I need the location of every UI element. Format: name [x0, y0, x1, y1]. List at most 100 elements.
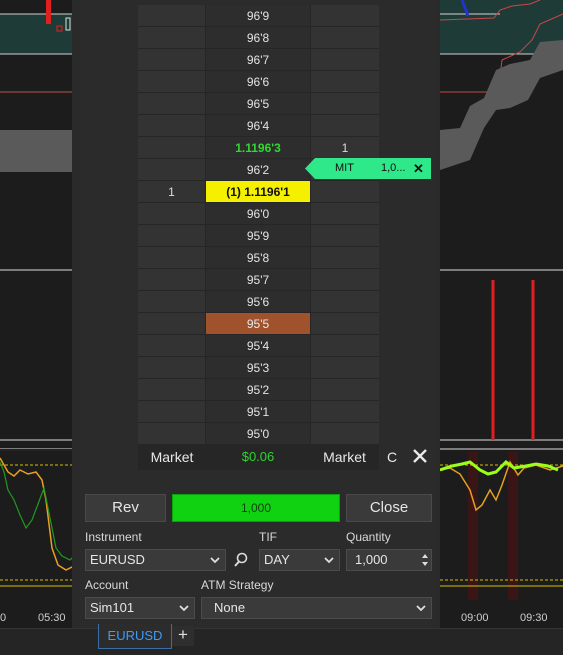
left-chart[interactable]: 0 05:30 — [0, 0, 74, 628]
ladder-row[interactable]: 1.1196'3 1 — [138, 137, 379, 159]
instrument-select[interactable]: EURUSD — [85, 549, 226, 571]
ask-cell[interactable] — [310, 225, 379, 247]
price-cell[interactable]: 1.1196'3 — [206, 137, 310, 159]
ladder-row[interactable]: 95'2 — [138, 379, 379, 401]
ladder-row[interactable]: 95'1 — [138, 401, 379, 423]
price-cell[interactable]: 95'3 — [206, 357, 310, 379]
ask-cell[interactable] — [310, 401, 379, 423]
ladder-row[interactable]: 1 (1) 1.1196'1 — [138, 181, 379, 203]
ask-cell[interactable] — [310, 269, 379, 291]
mit-order-tag[interactable]: MIT 1,0... ✕ — [305, 158, 431, 179]
ladder-row[interactable]: 96'9 — [138, 5, 379, 27]
chevron-down-icon — [179, 605, 189, 612]
bid-cell[interactable] — [138, 137, 206, 159]
ladder-row[interactable]: 95'8 — [138, 247, 379, 269]
ladder-row[interactable]: 96'4 — [138, 115, 379, 137]
market-sell-button[interactable]: Market — [310, 444, 379, 470]
price-cell[interactable]: 96'9 — [206, 5, 310, 27]
bid-cell[interactable] — [138, 203, 206, 225]
ask-cell[interactable] — [310, 247, 379, 269]
price-cell[interactable]: 96'5 — [206, 93, 310, 115]
bid-cell[interactable] — [138, 401, 206, 423]
spinner-arrows-icon[interactable] — [421, 552, 429, 568]
ladder-row[interactable]: 95'7 — [138, 269, 379, 291]
price-cell[interactable]: 95'7 — [206, 269, 310, 291]
price-cell[interactable]: 95'9 — [206, 225, 310, 247]
ask-cell[interactable] — [310, 27, 379, 49]
ask-cell[interactable]: 1 — [310, 137, 379, 159]
ask-cell[interactable] — [310, 49, 379, 71]
atm-strategy-select[interactable]: None — [201, 597, 432, 619]
price-cell[interactable]: 96'6 — [206, 71, 310, 93]
close-position-button[interactable]: Close — [346, 494, 432, 522]
quantity-stepper[interactable]: 1,000 — [346, 549, 432, 571]
bid-cell[interactable] — [138, 247, 206, 269]
close-icon[interactable] — [411, 447, 429, 465]
tab-eurusd[interactable]: EURUSD — [98, 624, 172, 649]
price-cell[interactable]: 96'8 — [206, 27, 310, 49]
bid-cell[interactable] — [138, 159, 206, 181]
bid-cell[interactable]: 1 — [138, 181, 206, 203]
ladder-row[interactable]: 96'8 — [138, 27, 379, 49]
bid-cell[interactable] — [138, 27, 206, 49]
bid-cell[interactable] — [138, 93, 206, 115]
bid-cell[interactable] — [138, 357, 206, 379]
ladder-row[interactable]: 96'0 — [138, 203, 379, 225]
add-tab-button[interactable]: + — [172, 626, 194, 646]
ask-cell[interactable] — [310, 335, 379, 357]
ask-cell[interactable] — [310, 71, 379, 93]
bid-cell[interactable] — [138, 115, 206, 137]
price-cell[interactable]: 95'8 — [206, 247, 310, 269]
ladder-row[interactable]: 95'3 — [138, 357, 379, 379]
price-cell[interactable]: (1) 1.1196'1 — [206, 181, 310, 203]
bid-cell[interactable] — [138, 5, 206, 27]
ask-cell[interactable] — [310, 115, 379, 137]
ladder-row[interactable]: 96'5 — [138, 93, 379, 115]
bid-cell[interactable] — [138, 335, 206, 357]
price-cell[interactable]: 95'2 — [206, 379, 310, 401]
ladder-row[interactable]: 95'9 — [138, 225, 379, 247]
price-cell[interactable]: 96'4 — [206, 115, 310, 137]
ladder-row[interactable]: 96'6 — [138, 71, 379, 93]
reverse-button[interactable]: Rev — [85, 494, 166, 522]
ladder-row[interactable]: 95'6 — [138, 291, 379, 313]
bid-cell[interactable] — [138, 379, 206, 401]
search-icon[interactable] — [233, 552, 249, 568]
price-cell[interactable]: 95'4 — [206, 335, 310, 357]
cancel-order-icon[interactable]: ✕ — [413, 161, 424, 177]
bid-cell[interactable] — [138, 423, 206, 445]
ask-cell[interactable] — [310, 93, 379, 115]
ladder-row[interactable]: 95'4 — [138, 335, 379, 357]
price-cell[interactable]: 96'7 — [206, 49, 310, 71]
market-buy-button[interactable]: Market — [138, 444, 206, 470]
ask-cell[interactable] — [310, 181, 379, 203]
right-chart[interactable]: 09:00 09:30 — [440, 0, 563, 628]
ask-cell[interactable] — [310, 423, 379, 445]
ask-cell[interactable] — [310, 203, 379, 225]
price-cell[interactable]: 95'6 — [206, 291, 310, 313]
price-cell[interactable]: 95'5 — [206, 313, 310, 335]
tif-select[interactable]: DAY — [259, 549, 340, 571]
price-cell[interactable]: 96'2 — [206, 159, 310, 181]
price-cell[interactable]: 95'0 — [206, 423, 310, 445]
ask-cell[interactable] — [310, 5, 379, 27]
left-chart-graphics — [0, 0, 74, 587]
ladder-row[interactable]: 95'5 — [138, 313, 379, 335]
price-cell[interactable]: 96'0 — [206, 203, 310, 225]
bid-cell[interactable] — [138, 225, 206, 247]
ask-cell[interactable] — [310, 291, 379, 313]
center-button[interactable]: C — [387, 449, 397, 465]
ask-cell[interactable] — [310, 313, 379, 335]
bid-cell[interactable] — [138, 49, 206, 71]
ask-cell[interactable] — [310, 379, 379, 401]
bid-cell[interactable] — [138, 269, 206, 291]
bid-cell[interactable] — [138, 313, 206, 335]
ask-cell[interactable] — [310, 357, 379, 379]
quantity-button[interactable]: 1,000 — [172, 494, 340, 522]
bid-cell[interactable] — [138, 71, 206, 93]
account-select[interactable]: Sim101 — [85, 597, 195, 619]
ladder-row[interactable]: 96'7 — [138, 49, 379, 71]
ladder-row[interactable]: 95'0 — [138, 423, 379, 445]
bid-cell[interactable] — [138, 291, 206, 313]
price-cell[interactable]: 95'1 — [206, 401, 310, 423]
